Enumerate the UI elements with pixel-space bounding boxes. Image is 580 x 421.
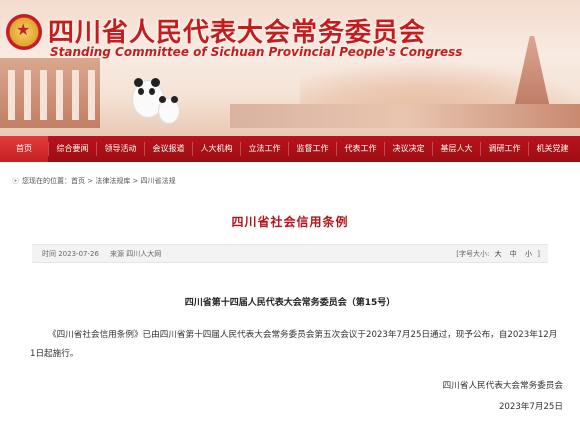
font-size-label: [字号大小: [456, 250, 490, 258]
font-size-small-button[interactable]: 小 [525, 250, 532, 258]
font-size-medium-button[interactable]: 中 [510, 250, 517, 258]
font-size-bracket: ] [537, 250, 540, 258]
nav-item-leaders[interactable]: 领导活动 [97, 136, 144, 162]
font-size-large-button[interactable]: 大 [495, 250, 502, 258]
nav-item-meetings[interactable]: 会议报道 [145, 136, 192, 162]
nav-item-home[interactable]: 首页 [0, 136, 48, 162]
nav-item-organs[interactable]: 人大机构 [193, 136, 240, 162]
header-banner: ★ 四川省人民代表大会常务委员会 Standing Committee of S… [0, 0, 580, 136]
main-nav: 首页 综合要闻 领导活动 会议报道 人大机构 立法工作 监督工作 代表工作 决议… [0, 136, 580, 162]
waterfront-scenery [230, 104, 580, 128]
signature-date: 2023年7月25日 [498, 402, 563, 412]
font-size-switcher: [字号大小: 大 中 小 ] [456, 249, 540, 259]
article-title: 四川省社会信用条例 [231, 215, 349, 229]
nav-item-research[interactable]: 调研工作 [481, 136, 528, 162]
nav-item-supervision[interactable]: 监督工作 [289, 136, 336, 162]
article-source: 来源 四川人大网 [110, 250, 162, 258]
article-meta-info: 时间 2023-07-26 来源 四川人大网 [42, 249, 161, 259]
breadcrumb: ⦿ 您现在的位置：首页 > 法律法规库 > 四川省法规 [12, 176, 176, 186]
site-subtitle-en: Standing Committee of Sichuan Provincial… [50, 45, 463, 59]
publish-time: 时间 2023-07-26 [42, 250, 99, 258]
breadcrumb-prefix: 您现在的位置： [22, 177, 71, 185]
nav-item-grassroots[interactable]: 基层人大 [433, 136, 480, 162]
nav-item-deputies[interactable]: 代表工作 [337, 136, 384, 162]
location-pin-icon: ⦿ [12, 177, 19, 185]
panda-illustration [128, 72, 182, 124]
article-meta-bar: 时间 2023-07-26 来源 四川人大网 [字号大小: 大 中 小 ] [32, 244, 548, 263]
breadcrumb-trail[interactable]: 首页 > 法律法规库 > 四川省法规 [71, 177, 176, 185]
national-emblem-icon[interactable]: ★ [6, 14, 42, 50]
announcement-number: 四川省第十四届人民代表大会常务委员会（第15号） [184, 298, 396, 308]
site-title[interactable]: 四川省人民代表大会常务委员会 [48, 12, 426, 49]
nav-item-resolutions[interactable]: 决议决定 [385, 136, 432, 162]
nav-item-legislation[interactable]: 立法工作 [241, 136, 288, 162]
building-illustration [0, 58, 100, 128]
nav-item-party[interactable]: 机关党建 [529, 136, 576, 162]
nav-item-news[interactable]: 综合要闻 [49, 136, 96, 162]
article-body: 《四川省社会信用条例》已由四川省第十四届人民代表大会常务委员会第五次会议于202… [30, 330, 558, 359]
signature-issuer: 四川省人民代表大会常务委员会 [442, 381, 563, 391]
